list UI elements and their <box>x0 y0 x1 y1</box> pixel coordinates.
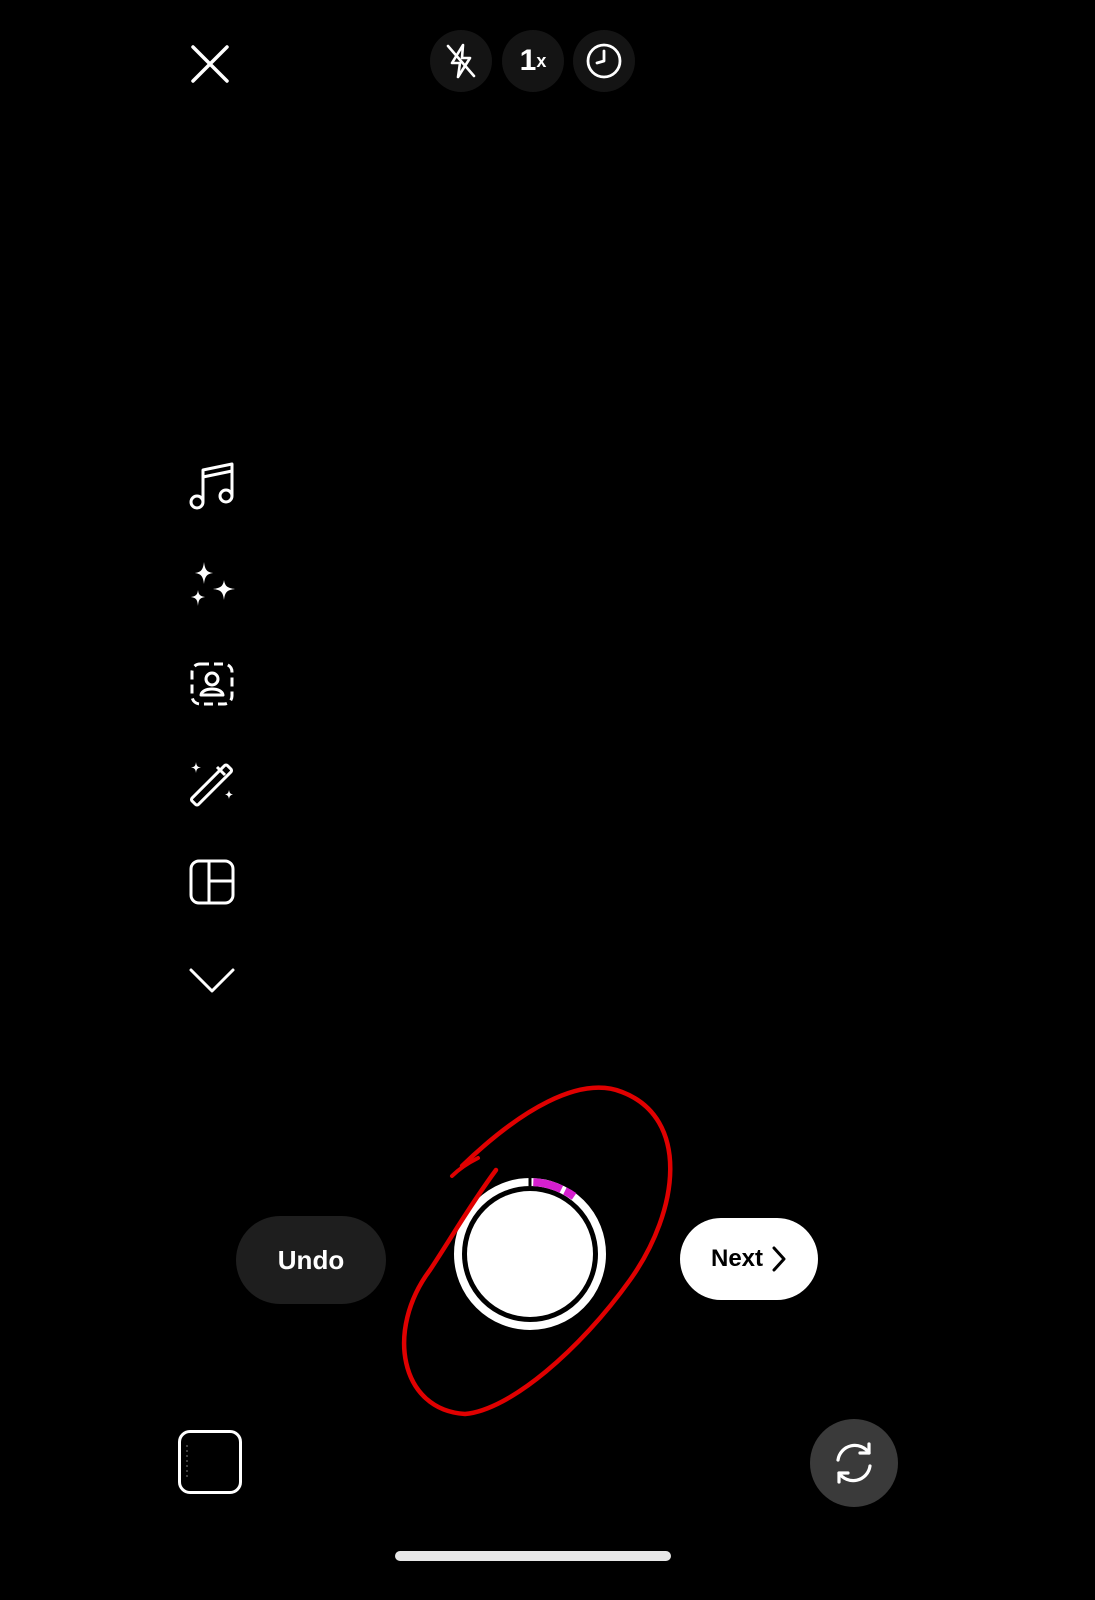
gallery-button[interactable] <box>178 1430 242 1494</box>
shutter-button[interactable] <box>448 1172 612 1336</box>
close-icon <box>191 45 229 83</box>
next-label: Next <box>710 1245 764 1272</box>
effects-tool-button[interactable] <box>181 555 243 617</box>
undo-button[interactable]: Undo <box>236 1216 386 1304</box>
chevron-right-icon <box>772 1246 786 1272</box>
zoom-button[interactable]: 1x <box>502 30 564 92</box>
music-note-icon <box>189 462 234 510</box>
flash-off-icon <box>446 43 476 79</box>
music-tool-button[interactable] <box>181 455 243 517</box>
chevron-down-icon <box>189 968 235 993</box>
magic-tool-button[interactable] <box>181 752 243 814</box>
magic-wand-icon <box>189 762 234 807</box>
shutter-inner <box>467 1191 593 1317</box>
zoom-level: 1 <box>519 44 537 77</box>
recorded-segment <box>563 1187 577 1200</box>
sparkles-icon <box>191 562 235 606</box>
next-button[interactable]: Next <box>680 1218 818 1300</box>
more-tools-button[interactable] <box>181 950 243 1012</box>
timer-button[interactable] <box>573 30 635 92</box>
timer-icon <box>586 43 622 79</box>
gallery-thumbnail-icon <box>186 1445 188 1479</box>
flip-camera-button[interactable] <box>810 1419 898 1507</box>
recorded-segment <box>532 1178 564 1193</box>
home-indicator[interactable] <box>395 1551 671 1561</box>
close-button[interactable] <box>188 42 232 86</box>
zoom-suffix: x <box>536 50 547 71</box>
layout-tool-button[interactable] <box>181 851 243 913</box>
flip-camera-icon <box>836 1442 872 1484</box>
flash-toggle-button[interactable] <box>430 30 492 92</box>
portrait-tool-button[interactable] <box>181 653 243 715</box>
layout-grid-icon <box>189 859 235 905</box>
portrait-frame-icon <box>190 662 234 706</box>
